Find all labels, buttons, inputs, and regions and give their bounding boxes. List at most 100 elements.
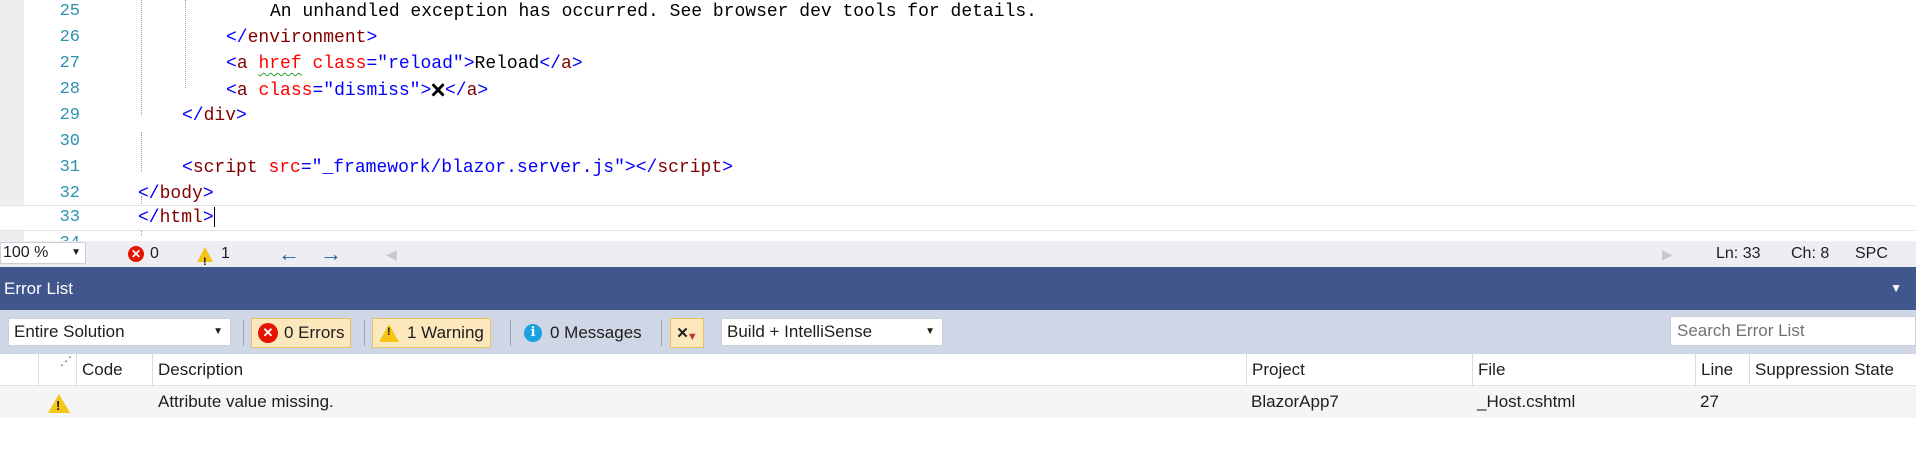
code-text: <a href class="reload">Reload</a> xyxy=(226,54,583,74)
warning-icon xyxy=(48,394,70,413)
code-line: 26 </environment> xyxy=(0,25,1916,51)
code-text: <script src="_framework/blazor.server.js… xyxy=(182,158,733,178)
attribute-name-warning[interactable]: href xyxy=(258,54,301,74)
code-text: </body> xyxy=(138,184,214,204)
code-line: 31 <script src="_framework/blazor.server… xyxy=(0,155,1916,181)
line-number: 25 xyxy=(59,2,80,21)
scope-value: Entire Solution xyxy=(14,322,125,341)
attribute-value: "_framework/blazor.server.js" xyxy=(311,158,625,178)
line-number: 31 xyxy=(59,158,80,177)
scope-dropdown[interactable]: Entire Solution ▼ xyxy=(8,318,231,346)
scroll-left-icon[interactable]: ◀ xyxy=(386,241,397,267)
code-text: </environment> xyxy=(226,28,378,48)
column-header-sort[interactable]: ⋰ xyxy=(38,354,76,386)
line-number: 34 xyxy=(28,231,80,241)
warning-icon xyxy=(197,246,213,275)
next-issue-arrow-icon[interactable]: → xyxy=(320,241,342,267)
previous-issue-arrow-icon[interactable]: ← xyxy=(278,241,300,267)
table-row[interactable]: Attribute value missing. BlazorApp7 _Hos… xyxy=(0,386,1916,418)
code-line: 32 </body> xyxy=(0,181,1916,207)
line-number: 27 xyxy=(59,54,80,73)
error-list-header: ⋰ Code Description Project File Line Sup… xyxy=(0,354,1916,386)
column-header-code[interactable]: Code xyxy=(76,354,152,386)
tag-name: div xyxy=(203,106,237,126)
tag-name: a xyxy=(236,81,248,101)
error-count: 0 xyxy=(150,245,159,262)
code-line: 28 <a class="dismiss">🗙</a> xyxy=(0,77,1916,103)
line-position[interactable]: Ln: 33 xyxy=(1716,241,1760,267)
messages-filter-label: 0 Messages xyxy=(550,323,642,342)
info-icon: i xyxy=(524,324,542,342)
error-icon: ✕ xyxy=(128,246,144,262)
tag-name: a xyxy=(466,81,478,101)
code-line: 27 <a href class="reload">Reload</a> xyxy=(0,51,1916,77)
warning-icon xyxy=(379,324,399,342)
warnings-filter-button[interactable]: 1 Warning xyxy=(372,318,491,348)
line-number: 32 xyxy=(59,184,80,203)
messages-filter-button[interactable]: i 0 Messages xyxy=(518,318,648,348)
warnings-filter-label: 1 Warning xyxy=(407,323,484,342)
panel-title: Error List xyxy=(4,279,73,298)
attribute-name: class xyxy=(312,54,367,74)
current-code-line: 33 </html> xyxy=(0,205,1916,231)
toolbar-separator xyxy=(364,320,365,346)
attribute-value: "dismiss" xyxy=(323,81,421,101)
column-header-suppression-state[interactable]: Suppression State xyxy=(1749,354,1916,386)
toolbar-separator xyxy=(510,320,511,346)
column-header-file[interactable]: File xyxy=(1472,354,1695,386)
zoom-value: 100 % xyxy=(3,244,49,261)
attribute-name: src xyxy=(268,158,301,178)
element-text: Reload xyxy=(474,54,540,74)
errors-filter-label: 0 Errors xyxy=(284,323,345,342)
tag-name: body xyxy=(159,184,203,204)
whitespace-mode[interactable]: SPC xyxy=(1855,241,1888,267)
cell-line: 27 xyxy=(1700,392,1719,411)
source-value: Build + IntelliSense xyxy=(727,322,873,341)
error-count-indicator[interactable]: ✕ 0 xyxy=(128,241,159,267)
funnel-icon: ▼ xyxy=(686,331,698,343)
attribute-value: "reload" xyxy=(377,54,464,74)
code-line: 25 An unhandled exception has occurred. … xyxy=(0,0,1916,25)
toolbar-separator xyxy=(661,320,662,346)
cell-project: BlazorApp7 xyxy=(1251,392,1339,411)
filter-current-document-button[interactable]: ✕ ▼ xyxy=(670,318,704,348)
line-number: 28 xyxy=(59,80,80,99)
zoom-dropdown[interactable]: 100 % ▼ xyxy=(0,242,86,264)
code-editor[interactable]: 25 An unhandled exception has occurred. … xyxy=(0,0,1916,241)
column-header-project[interactable]: Project xyxy=(1246,354,1472,386)
search-error-list-input[interactable]: Search Error List xyxy=(1670,316,1916,346)
cell-description: Attribute value missing. xyxy=(158,392,334,411)
column-header-line[interactable]: Line xyxy=(1695,354,1749,386)
column-position[interactable]: Ch: 8 xyxy=(1791,241,1829,267)
errors-filter-button[interactable]: ✕ 0 Errors xyxy=(251,318,352,348)
column-header-description[interactable]: Description xyxy=(152,354,1246,386)
warning-count-indicator[interactable]: 1 xyxy=(197,241,230,275)
code-text: </div> xyxy=(182,106,247,126)
source-dropdown[interactable]: Build + IntelliSense ▼ xyxy=(721,318,943,346)
error-icon: ✕ xyxy=(258,323,278,343)
line-number: 26 xyxy=(59,28,80,47)
code-line: 34 xyxy=(0,231,1916,241)
text-caret xyxy=(213,207,215,228)
tag-name: a xyxy=(236,54,248,74)
tag-name: script xyxy=(192,158,258,178)
code-line: 29 </div> xyxy=(0,103,1916,129)
attribute-name: class xyxy=(258,81,313,101)
panel-menu-chevron-icon[interactable]: ▼ xyxy=(1890,267,1902,310)
warning-count: 1 xyxy=(221,245,230,262)
column-options-icon: ⋰ xyxy=(60,354,72,368)
line-number: 30 xyxy=(59,132,80,151)
line-number: 29 xyxy=(59,106,80,125)
cell-file: _Host.cshtml xyxy=(1477,392,1576,411)
dismiss-x-glyph: 🗙 xyxy=(431,79,445,100)
tag-name: a xyxy=(560,54,572,74)
code-line: 30 xyxy=(0,129,1916,155)
error-list-toolbar: Entire Solution ▼ ✕ 0 Errors 1 Warning i… xyxy=(0,310,1916,354)
scroll-right-icon[interactable]: ▶ xyxy=(1662,241,1673,267)
editor-status-bar: 100 % ▼ ✕ 0 1 ← → ◀ ▶ Ln: 33 Ch: 8 SPC xyxy=(0,241,1916,275)
chevron-down-icon: ▼ xyxy=(213,326,223,337)
code-text: </html> xyxy=(138,207,215,228)
toolbar-separator xyxy=(243,320,244,346)
line-number: 33 xyxy=(59,208,80,227)
column-header-icon[interactable] xyxy=(0,354,38,386)
